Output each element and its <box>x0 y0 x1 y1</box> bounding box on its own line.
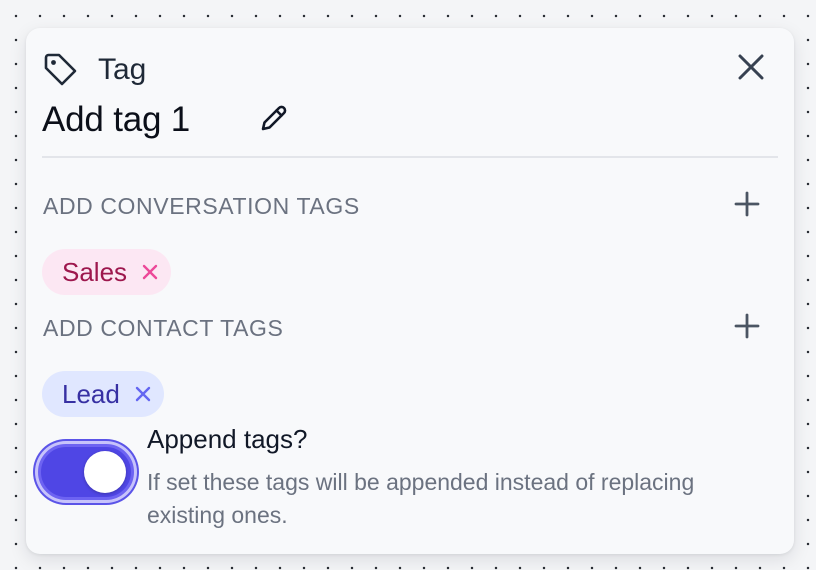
remove-tag-button[interactable] <box>132 383 154 405</box>
toggle-knob <box>84 451 126 493</box>
remove-tag-button[interactable] <box>139 261 161 283</box>
x-icon <box>134 379 152 410</box>
tag-node-panel: Tag Add tag 1 ADD CONVERSATION TAGS Sale… <box>26 28 794 554</box>
node-type-label: Tag <box>98 53 147 86</box>
x-icon <box>141 257 159 288</box>
add-conversation-tag-button[interactable] <box>732 191 762 221</box>
tag-chip-label: Lead <box>62 378 120 409</box>
tag-chip-label: Sales <box>62 256 128 287</box>
tag-chip-lead: Lead <box>42 371 164 417</box>
node-name-row: Add tag 1 <box>42 98 290 142</box>
plus-icon <box>734 191 760 222</box>
conversation-tags-label: ADD CONVERSATION TAGS <box>43 193 360 219</box>
tag-icon <box>43 52 79 88</box>
add-contact-tag-button[interactable] <box>732 313 762 343</box>
append-tags-title: Append tags? <box>147 424 308 454</box>
node-name: Add tag 1 <box>42 100 191 139</box>
panel-header: Tag <box>43 52 146 88</box>
divider <box>42 156 778 158</box>
plus-icon <box>734 313 760 344</box>
edit-name-button[interactable] <box>258 104 290 136</box>
contact-tags-label: ADD CONTACT TAGS <box>43 315 284 341</box>
tag-chip-sales: Sales <box>42 249 172 295</box>
close-icon <box>737 53 765 86</box>
append-tags-description: If set these tags will be appended inste… <box>147 469 695 528</box>
pencil-icon <box>259 103 289 138</box>
close-button[interactable] <box>734 52 768 86</box>
append-tags-toggle[interactable] <box>38 444 134 500</box>
